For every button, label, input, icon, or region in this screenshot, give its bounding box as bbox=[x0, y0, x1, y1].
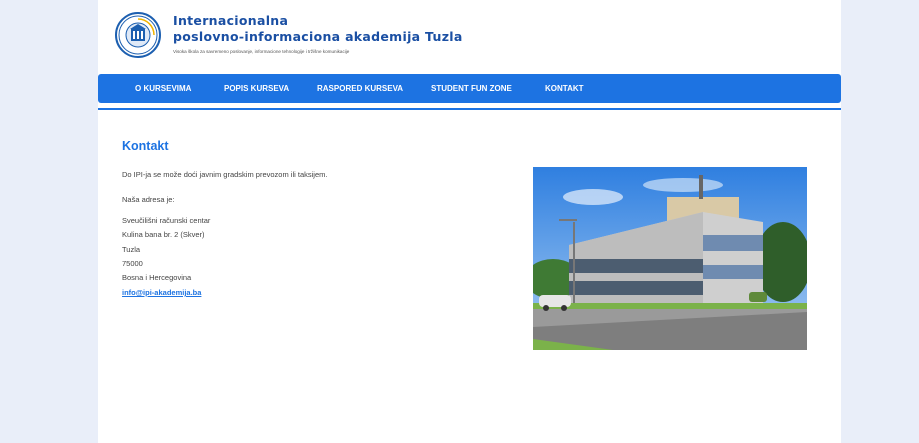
nav-item-popis-kurseva[interactable]: POPIS KURSEVA bbox=[224, 74, 289, 103]
page-title: Kontakt bbox=[122, 139, 169, 153]
nav-divider bbox=[98, 108, 841, 110]
nav-item-o-kursevima[interactable]: O KURSEVIMA bbox=[135, 74, 191, 103]
intro-text: Do IPI-ja se može doći javnim gradskim p… bbox=[122, 170, 328, 179]
logo-seal-icon[interactable] bbox=[115, 12, 161, 58]
address-line-3: Tuzla bbox=[122, 245, 141, 254]
site-header: Internacionalna poslovno-informaciona ak… bbox=[98, 0, 841, 74]
address-line-4: 75000 bbox=[122, 259, 143, 268]
nav-item-raspored-kurseva[interactable]: RASPORED KURSEVA bbox=[317, 74, 403, 103]
main-navigation: O KURSEVIMA POPIS KURSEVA RASPORED KURSE… bbox=[98, 74, 841, 103]
nav-item-kontakt[interactable]: KONTAKT bbox=[545, 74, 584, 103]
nav-item-student-fun-zone[interactable]: STUDENT FUN ZONE bbox=[431, 74, 512, 103]
address-line-5: Bosna i Hercegovina bbox=[122, 273, 192, 282]
page-container: Internacionalna poslovno-informaciona ak… bbox=[98, 0, 841, 443]
email-link[interactable]: info@ipi-akademija.ba bbox=[122, 288, 201, 297]
brand-title-line1[interactable]: Internacionalna bbox=[173, 13, 288, 28]
address-line-1: Sveučilišni računski centar bbox=[122, 216, 211, 225]
brand-title-line2[interactable]: poslovno-informaciona akademija Tuzla bbox=[173, 29, 463, 44]
building-photo bbox=[533, 167, 807, 350]
address-heading: Naša adresa je: bbox=[122, 195, 175, 204]
brand-subtitle: Visoka škola za savremeno poslovanje, in… bbox=[173, 49, 350, 54]
address-line-2: Kulina bana br. 2 (Skver) bbox=[122, 230, 205, 239]
